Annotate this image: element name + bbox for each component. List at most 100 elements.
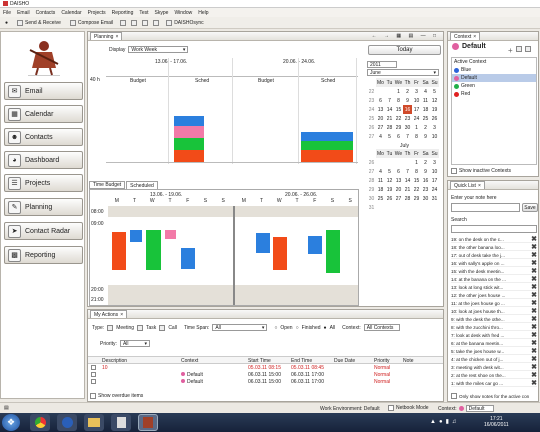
day-cell[interactable] xyxy=(385,203,394,212)
clock[interactable]: 17:21 16/06/2011 xyxy=(484,416,509,428)
tab-scheduled[interactable]: Scheduled xyxy=(126,181,158,189)
close-icon[interactable]: × xyxy=(115,34,118,40)
quick-note[interactable]: 4: at the chicken out of j... ✖ xyxy=(451,356,537,363)
menu-window[interactable]: Window xyxy=(174,10,192,16)
nav-reporting[interactable]: ▩ Reporting xyxy=(4,246,83,264)
day-cell[interactable] xyxy=(412,203,421,212)
day-cell[interactable]: 5 xyxy=(430,87,439,96)
day-cell[interactable]: 18 xyxy=(376,185,385,194)
day-cell[interactable]: 3 xyxy=(412,87,421,96)
menu-contacts[interactable]: Contacts xyxy=(36,10,56,16)
day-cell[interactable]: 28 xyxy=(385,123,394,132)
day-cell[interactable]: 21 xyxy=(385,114,394,123)
search-input[interactable] xyxy=(451,225,537,233)
day-cell[interactable] xyxy=(394,158,403,167)
day-cell[interactable]: 6 xyxy=(394,167,403,176)
nav-planning[interactable]: ✎ Planning xyxy=(4,198,83,216)
context-item[interactable]: Red xyxy=(452,90,536,98)
delete-note-icon[interactable]: ✖ xyxy=(531,347,537,355)
save-button[interactable]: Save xyxy=(522,203,538,212)
action-row[interactable]: 10 05.03.11 08:15 05.03.11 08:45 Normal xyxy=(88,365,443,372)
quick-note[interactable]: 14: at the banana on the ... ✖ xyxy=(451,276,537,283)
day-cell[interactable]: 4 xyxy=(376,167,385,176)
day-cell[interactable] xyxy=(376,158,385,167)
day-cell[interactable]: 23 xyxy=(421,185,430,194)
day-cell[interactable] xyxy=(430,203,439,212)
context-item[interactable]: Default xyxy=(452,74,536,82)
day-cell[interactable]: 13 xyxy=(376,105,385,114)
day-cell[interactable]: 11 xyxy=(376,176,385,185)
close-icon[interactable]: × xyxy=(473,34,476,40)
nav-projects[interactable]: ☰ Projects xyxy=(4,174,83,192)
day-cell[interactable] xyxy=(376,203,385,212)
delete-note-icon[interactable]: ✖ xyxy=(531,323,537,331)
day-cell[interactable]: 15 xyxy=(412,176,421,185)
delete-note-icon[interactable]: ✖ xyxy=(531,291,537,299)
delete-note-icon[interactable]: ✖ xyxy=(531,339,537,347)
quick-note[interactable]: 6: at the banana meetin... ✖ xyxy=(451,340,537,347)
explorer-icon[interactable] xyxy=(84,414,104,431)
day-cell[interactable]: 10 xyxy=(430,132,439,141)
delete-note-icon[interactable]: ✖ xyxy=(531,307,537,315)
event-tue2-red[interactable] xyxy=(273,237,287,270)
quick-note[interactable]: 9: with the desk the othe... ✖ xyxy=(451,316,537,323)
day-cell[interactable]: 18 xyxy=(421,105,430,114)
day-cell[interactable] xyxy=(421,203,430,212)
delete-note-icon[interactable]: ✖ xyxy=(531,299,537,307)
notepad-icon[interactable] xyxy=(111,414,131,431)
task-checkbox[interactable] xyxy=(137,324,144,331)
day-cell[interactable]: 8 xyxy=(412,132,421,141)
nav-calendar[interactable]: ▦ Calendar xyxy=(4,105,83,123)
day-cell[interactable]: 3 xyxy=(430,123,439,132)
day-cell[interactable]: 5 xyxy=(385,132,394,141)
quick-note[interactable]: 10: look at joes house th... ✖ xyxy=(451,308,537,315)
nav-dashboard[interactable]: ◕ Dashboard xyxy=(4,151,83,169)
day-cell[interactable]: 26 xyxy=(430,114,439,123)
quick-note[interactable]: 3: meeting with desk wit... ✖ xyxy=(451,364,537,371)
day-cell[interactable]: 13 xyxy=(394,176,403,185)
day-cell[interactable]: 9 xyxy=(421,167,430,176)
day-cell[interactable] xyxy=(385,158,394,167)
delete-note-icon[interactable]: ✖ xyxy=(531,363,537,371)
delete-note-icon[interactable]: ✖ xyxy=(531,259,537,267)
call-checkbox[interactable] xyxy=(159,324,166,331)
tray-icons[interactable]: ▲●▮♫ xyxy=(430,418,459,425)
day-cell[interactable]: 2 xyxy=(421,123,430,132)
delete-note-icon[interactable]: ✖ xyxy=(531,379,537,387)
quick-note[interactable]: 17: out of desk take the j... ✖ xyxy=(451,252,537,259)
quick-note[interactable]: 12: the other joes house ... ✖ xyxy=(451,292,537,299)
nav-contacts[interactable]: ☻ Contacts xyxy=(4,128,83,146)
row-checkbox[interactable] xyxy=(91,372,96,377)
day-cell[interactable]: 22 xyxy=(412,185,421,194)
month-select[interactable]: June ▾ xyxy=(367,69,439,76)
event-wed-green[interactable] xyxy=(146,230,161,270)
show-inactive-checkbox[interactable] xyxy=(451,168,457,174)
status-finished-radio[interactable]: ○ xyxy=(296,325,299,331)
day-cell[interactable]: 19 xyxy=(385,185,394,194)
delete-note-icon[interactable]: ✖ xyxy=(531,243,537,251)
context-item[interactable]: Blue xyxy=(452,66,536,74)
quick-note[interactable]: 8: with the zucchini thro... ✖ xyxy=(451,324,537,331)
day-cell[interactable] xyxy=(403,158,412,167)
day-cell[interactable]: 12 xyxy=(430,96,439,105)
day-cell[interactable]: 11 xyxy=(421,96,430,105)
event-tue-blue[interactable] xyxy=(130,230,142,242)
nav-contact-radar[interactable]: ➤ Contact Radar xyxy=(4,222,83,240)
delete-note-icon[interactable]: ✖ xyxy=(531,267,537,275)
day-cell[interactable]: 6 xyxy=(394,132,403,141)
day-cell[interactable]: 22 xyxy=(394,114,403,123)
delete-note-icon[interactable]: ✖ xyxy=(531,283,537,291)
edit-icon[interactable] xyxy=(515,46,522,52)
priority-select[interactable]: All ▾ xyxy=(119,340,150,347)
day-cell[interactable]: 24 xyxy=(412,114,421,123)
column-header[interactable]: Description xyxy=(102,358,127,364)
day-cell[interactable]: 1 xyxy=(412,123,421,132)
browser-icon[interactable] xyxy=(57,414,77,431)
sync-button[interactable]: DAISHOsync xyxy=(164,19,205,26)
show-notes-checkbox[interactable] xyxy=(451,393,457,399)
day-cell[interactable]: 1 xyxy=(394,87,403,96)
day-cell[interactable]: 17 xyxy=(412,105,421,114)
day-cell[interactable]: 21 xyxy=(403,185,412,194)
day-cell[interactable] xyxy=(385,87,394,96)
status-open-radio[interactable]: ○ xyxy=(274,325,277,331)
